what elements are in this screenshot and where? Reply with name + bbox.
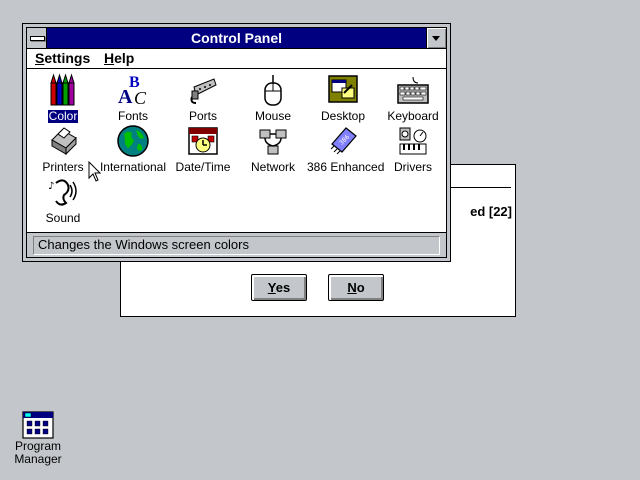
system-menu-button[interactable] <box>27 28 47 48</box>
menu-settings[interactable]: Settings <box>35 50 90 66</box>
menu-settings-accel: S <box>35 50 45 66</box>
icon-label: Drivers <box>394 160 432 174</box>
drivers-icon <box>399 127 427 155</box>
program-manager-icon <box>22 411 54 439</box>
clock-icon <box>188 127 218 155</box>
cp-item-color[interactable]: Color <box>26 73 100 123</box>
fonts-icon: B A C <box>118 74 147 107</box>
icon-label: Fonts <box>117 109 148 123</box>
control-panel-window: Control Panel Settings Help Color B A C … <box>22 23 451 262</box>
menu-help-label: elp <box>114 50 135 66</box>
menu-settings-label: ettings <box>44 50 91 66</box>
icon-label: Network <box>250 160 295 174</box>
sound-icon: ♪ <box>48 179 77 206</box>
chip-icon: 386 <box>330 127 357 155</box>
cp-item-386-enhanced[interactable]: 386 386 Enhanced <box>306 124 384 174</box>
menu-help[interactable]: Help <box>104 50 134 66</box>
ports-icon <box>190 78 217 104</box>
cp-item-desktop[interactable]: Desktop <box>306 73 380 123</box>
no-button[interactable]: No <box>328 274 384 301</box>
printers-icon <box>51 127 77 156</box>
cp-item-drivers[interactable]: Drivers <box>376 124 450 174</box>
globe-icon <box>117 125 149 157</box>
svg-text:C: C <box>134 88 147 107</box>
status-text: Changes the Windows screen colors <box>33 236 440 255</box>
icon-label: Printers <box>42 160 84 174</box>
dialog-divider <box>451 187 511 188</box>
cp-item-fonts[interactable]: B A C Fonts <box>96 73 170 123</box>
icon-label: Color <box>47 109 79 123</box>
svg-text:A: A <box>118 86 133 107</box>
icon-label: Mouse <box>254 109 292 123</box>
window-title: Control Panel <box>190 30 282 46</box>
program-manager-desktop-icon[interactable]: Program Manager <box>12 410 64 466</box>
icon-label: Sound <box>45 211 81 225</box>
color-icon <box>50 73 75 106</box>
menu-bar: Settings Help <box>27 49 446 69</box>
mouse-icon <box>264 75 282 106</box>
icon-label: Date/Time <box>175 160 231 174</box>
icon-label: Keyboard <box>387 109 439 123</box>
yes-button[interactable]: Yes <box>251 274 307 301</box>
icon-label: 386 Enhanced <box>307 160 385 174</box>
no-label: o <box>356 280 365 295</box>
cp-item-date-time[interactable]: Date/Time <box>166 124 240 174</box>
desktop-icon <box>328 75 358 103</box>
network-icon <box>259 129 287 155</box>
icon-label: International <box>99 160 167 174</box>
dialog-partial-text: ed [22] <box>470 204 512 219</box>
cp-item-international[interactable]: International <box>96 124 170 174</box>
title-bar[interactable]: Control Panel <box>27 28 446 49</box>
cp-item-mouse[interactable]: Mouse <box>236 73 310 123</box>
keyboard-icon <box>397 76 429 104</box>
svg-text:♪: ♪ <box>48 181 54 192</box>
status-bar: Changes the Windows screen colors <box>27 232 446 257</box>
system-menu-icon <box>30 36 45 41</box>
window-frame: Control Panel Settings Help Color B A C … <box>26 27 447 258</box>
minimize-button[interactable] <box>426 28 446 48</box>
icon-area: Color B A C Fonts Ports Mouse Desktop Ke… <box>27 69 446 233</box>
mouse-cursor-icon <box>88 161 102 182</box>
menu-help-accel: H <box>104 50 115 66</box>
icon-label: Desktop <box>320 109 366 123</box>
cp-item-keyboard[interactable]: Keyboard <box>376 73 450 123</box>
icon-label: Ports <box>188 109 217 123</box>
yes-accel: Y <box>267 280 276 295</box>
down-arrow-icon <box>432 36 440 41</box>
cp-item-network[interactable]: Network <box>236 124 310 174</box>
desktop-icon-label-line2: Manager <box>14 452 62 466</box>
cp-item-ports[interactable]: Ports <box>166 73 240 123</box>
no-accel: N <box>347 280 357 295</box>
yes-label: es <box>275 280 291 295</box>
